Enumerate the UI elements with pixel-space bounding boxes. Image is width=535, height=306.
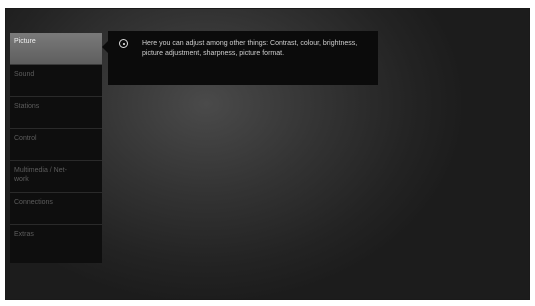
info-text: Here you can adjust among other things: … [142,40,358,57]
tv-screen: Picture Sound Stations Control Multimedi… [5,8,530,300]
menu-item-label: Extras [14,231,34,238]
menu-item-extras[interactable]: Extras [10,225,102,257]
menu-item-label: Stations [14,103,40,110]
menu-item-control[interactable]: Control [10,129,102,161]
menu-item-picture[interactable]: Picture [10,33,102,65]
menu-item-label: Control [14,135,37,142]
main-menu: Picture Sound Stations Control Multimedi… [10,33,102,263]
menu-item-label: Connections [14,199,53,206]
menu-item-stations[interactable]: Stations [10,97,102,129]
info-icon [119,39,128,48]
menu-item-label: Picture [14,38,36,45]
menu-item-label: Sound [14,71,35,78]
menu-item-label: Multimedia / Net- work [14,167,67,183]
menu-item-sound[interactable]: Sound [10,65,102,97]
menu-item-connections[interactable]: Connections [10,193,102,225]
menu-item-multimedia-network[interactable]: Multimedia / Net- work [10,161,102,193]
info-box: Here you can adjust among other things: … [108,31,378,85]
